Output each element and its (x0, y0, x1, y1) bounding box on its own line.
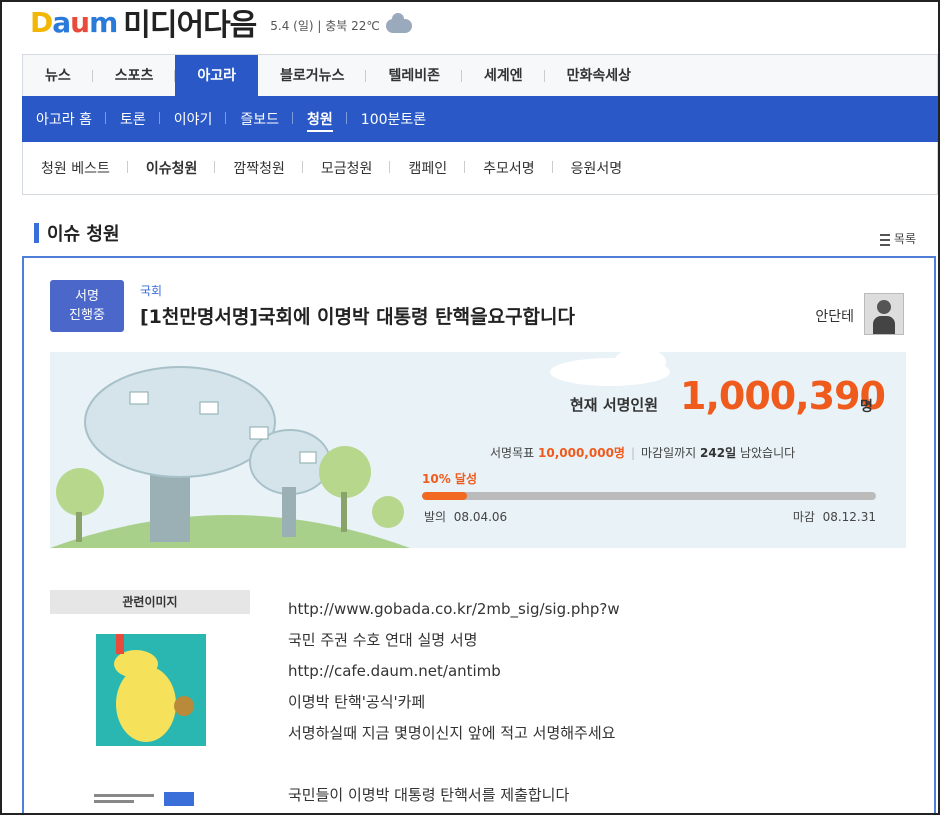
sub-nav: 아고라 홈 토론 이야기 즐보드 청원 100분토론 (22, 96, 938, 142)
list-icon (879, 233, 890, 246)
content-blank-line (288, 749, 620, 780)
category-tab[interactable]: 깜짝청원 (215, 158, 303, 178)
category-tab[interactable]: 추모서명 (465, 158, 553, 178)
petition-category-nav: 청원 베스트 이슈청원 깜짝청원 모금청원 캠페인 추모서명 응원서명 (22, 142, 938, 195)
content-link[interactable]: http://cafe.daum.net/antimb (288, 656, 620, 687)
main-nav-item[interactable]: 스포츠 (93, 55, 176, 97)
petition-box: 서명 진행중 국회 [1천만명서명]국회에 이명박 대통령 탄핵을요구합니다 안단… (22, 256, 936, 813)
section-title: 이슈 청원 (34, 220, 120, 246)
main-nav: 뉴스 스포츠 아고라 블로거뉴스 텔레비존 세계엔 만화속세상 (22, 54, 938, 97)
main-nav-item[interactable]: 텔레비존 (366, 55, 462, 97)
petition-category[interactable]: 국회 (140, 282, 162, 299)
section-bar (34, 223, 39, 243)
content-line: 국민 주권 수호 연대 실명 서명 (288, 631, 478, 649)
category-tab[interactable]: 청원 베스트 (23, 158, 128, 178)
sub-nav-item[interactable]: 이야기 (160, 109, 227, 129)
current-count-unit: 명 (860, 399, 873, 415)
date-weather: 5.4 (일) | 충북 22℃ (270, 13, 412, 34)
related-image-thumbnail[interactable] (96, 634, 206, 764)
sub-nav-item[interactable]: 즐보드 (226, 109, 293, 129)
content-line: 서명하실때 지금 몇명이신지 앞에 적고 서명해주세요 (288, 724, 616, 742)
category-tab[interactable]: 캠페인 (390, 158, 465, 178)
petition-title[interactable]: [1천만명서명]국회에 이명박 대통령 탄핵을요구합니다 (140, 302, 575, 329)
main-nav-item[interactable]: 만화속세상 (545, 55, 653, 97)
category-tab[interactable]: 모금청원 (303, 158, 391, 178)
content-link[interactable]: http://www.gobada.co.kr/2mb_sig/sig.php?… (288, 594, 620, 625)
cloud-icon (385, 13, 412, 33)
current-count-value: 1,000,390 (680, 374, 886, 418)
sub-nav-item-active[interactable]: 청원 (293, 109, 347, 132)
list-link[interactable]: 목록 (879, 230, 916, 247)
main-nav-item[interactable]: 뉴스 (23, 55, 93, 97)
avatar[interactable] (864, 293, 904, 335)
current-count-label: 현재 서명인원 (570, 396, 659, 414)
related-image-thumbnail-2[interactable] (94, 790, 204, 812)
category-tab-active[interactable]: 이슈청원 (128, 158, 216, 178)
main-nav-item-active[interactable]: 아고라 (175, 55, 259, 97)
petition-content: http://www.gobada.co.kr/2mb_sig/sig.php?… (288, 594, 620, 811)
category-tab[interactable]: 응원서명 (553, 158, 641, 178)
cartoon-image (96, 634, 206, 744)
petition-author[interactable]: 안단테 (815, 306, 854, 326)
content-line: 이명박 탄핵'공식'카페 (288, 693, 426, 711)
main-nav-item[interactable]: 세계엔 (462, 55, 545, 97)
sub-nav-item[interactable]: 토론 (106, 109, 160, 129)
goal-line: 서명목표 10,000,000명 | 마감일까지 242일 남았습니다 (490, 446, 796, 460)
sub-nav-item[interactable]: 100분토론 (347, 109, 440, 129)
page-frame: Daum 미디어다음 5.4 (일) | 충북 22℃ 뉴스 스포츠 아고라 블… (0, 0, 940, 815)
start-date: 발의 08.04.06 (424, 510, 508, 524)
related-images-header: 관련이미지 (50, 590, 250, 614)
site-name[interactable]: 미디어다음 (123, 2, 257, 44)
top-header: Daum 미디어다음 5.4 (일) | 충북 22℃ (30, 2, 412, 44)
cartoon-image-2 (94, 792, 194, 806)
end-date: 마감 08.12.31 (792, 510, 876, 524)
sub-nav-item[interactable]: 아고라 홈 (22, 109, 106, 129)
status-badge: 서명 진행중 (50, 280, 124, 332)
progress-label: 10% 달성 (422, 472, 477, 486)
content-line: 국민들이 이명박 대통령 탄핵서를 제출합니다 (288, 786, 570, 804)
progress-bar (422, 492, 876, 500)
main-nav-item[interactable]: 블로거뉴스 (258, 55, 367, 97)
progress-fill (422, 492, 468, 500)
daum-logo[interactable]: Daum (30, 6, 118, 39)
signature-panel: 현재 서명인원 1,000,390 명 서명목표 10,000,000명 | 마감일… (50, 352, 906, 548)
